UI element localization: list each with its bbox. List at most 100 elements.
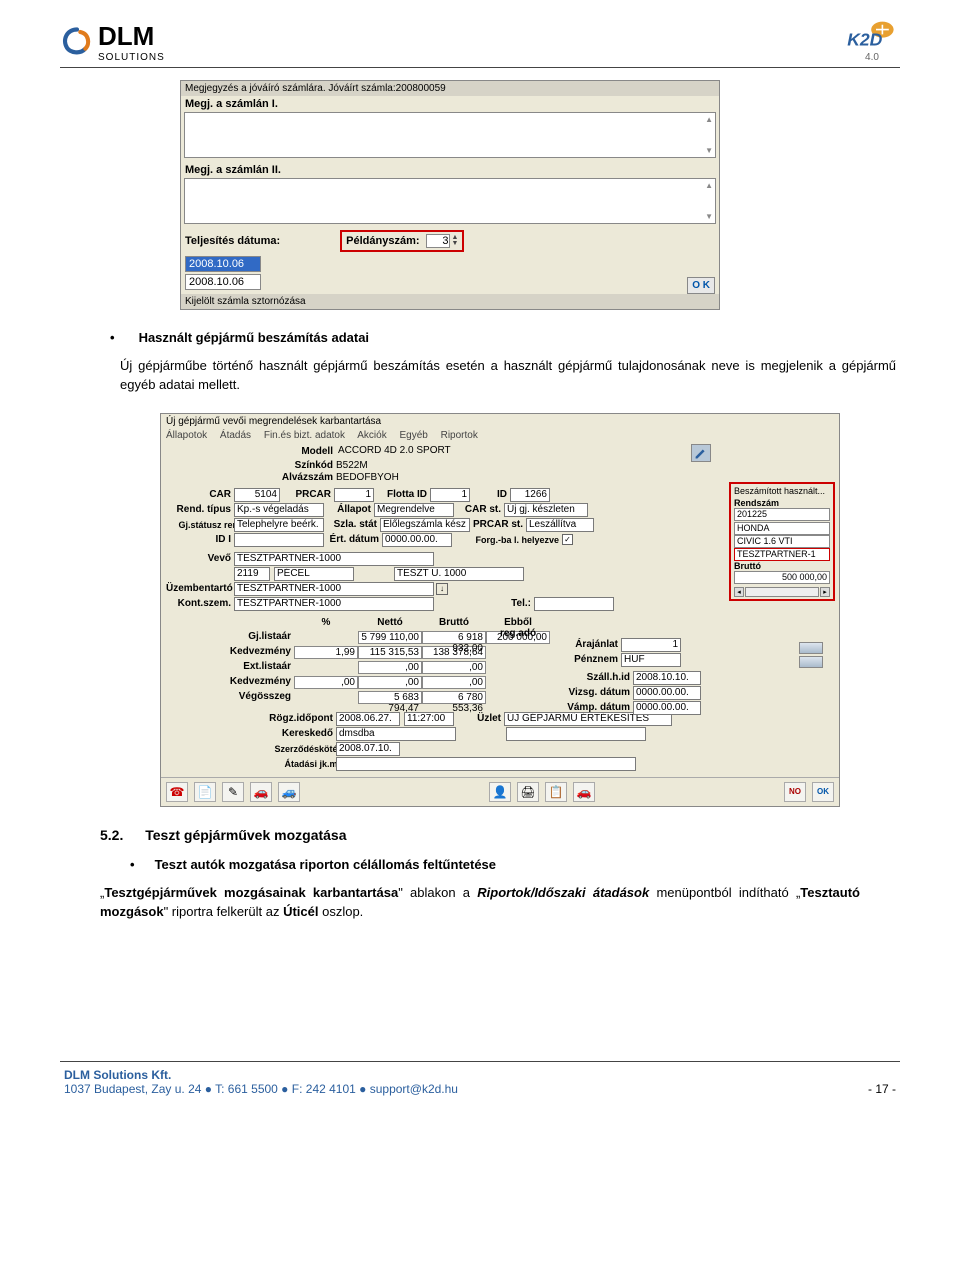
price-row-label: Ext.listaár (216, 661, 294, 676)
delete-icon[interactable]: ☎ (166, 782, 188, 802)
footer-page: - 17 - (868, 1082, 896, 1096)
kereskedo-input[interactable]: dmsdba (336, 727, 456, 741)
copies-spinner[interactable]: ▲▼ (426, 234, 459, 248)
price-cell[interactable]: 6 780 553,36 (422, 691, 486, 704)
date-label: Teljesítés dátuma: (185, 235, 280, 247)
menu-item[interactable]: Átadás (220, 430, 251, 441)
vampdatum-input[interactable]: 0000.00.00. (633, 701, 701, 715)
menu-item[interactable]: Egyéb (399, 430, 427, 441)
no-button[interactable]: NO (784, 782, 806, 802)
atadasi-input[interactable] (336, 757, 636, 771)
price-cell[interactable]: 115 315,53 (358, 646, 422, 659)
flotta-input[interactable]: 1 (430, 488, 470, 502)
price-cell[interactable]: 5 799 110,00 (358, 631, 422, 644)
menu-item[interactable]: Akciók (357, 430, 386, 441)
car2-icon[interactable]: 🚙 (278, 782, 300, 802)
ok-button[interactable]: O K (687, 277, 715, 294)
sort-icons[interactable] (799, 642, 823, 668)
flotta-label: Flotta ID (374, 489, 430, 500)
menubar: Állapotok Átadás Fin.és bizt. adatok Akc… (161, 429, 839, 442)
brutto-input[interactable]: 500 000,00 (734, 571, 830, 584)
make-input[interactable]: HONDA (734, 522, 830, 535)
invoice-note-panel: Megjegyzés a jóváíró számlára. Jóváírt s… (180, 80, 720, 310)
extra-car-icon[interactable]: 🚗 (573, 782, 595, 802)
price-cell[interactable]: 6 918 932,00 (422, 631, 486, 644)
model-input[interactable]: CIVIC 1.6 VTI (734, 535, 830, 548)
svg-text:K2D: K2D (847, 30, 882, 50)
doc-icon[interactable]: 📄 (194, 782, 216, 802)
prcar-input[interactable]: 1 (334, 488, 374, 502)
kont-input[interactable]: TESZTPARTNER-1000 (234, 597, 434, 611)
prcarst-input[interactable]: Leszállítva (526, 518, 594, 532)
logo-left: DLM SOLUTIONS (60, 21, 165, 63)
vizsgdatum-input[interactable]: 0000.00.00. (633, 686, 701, 700)
kereskedo-input-2[interactable] (506, 727, 646, 741)
id-input[interactable]: 1266 (510, 488, 550, 502)
szerzkotes-input[interactable]: 2008.07.10. (336, 742, 400, 756)
partner-input[interactable]: TESZTPARTNER-1 (734, 548, 830, 561)
footer-address: 1037 Budapest, Zay u. 24 ● T: 661 5500 ●… (64, 1082, 458, 1096)
rendtipus-input[interactable]: Kp.-s végeladás (234, 503, 324, 517)
forg-label: Forg.-ba l. helyezve (452, 535, 562, 545)
person-icon[interactable]: 👤 (489, 782, 511, 802)
szinkod-label: Színkód (286, 460, 336, 471)
spinner-arrows-icon[interactable]: ▲▼ (452, 235, 459, 247)
window-title: Új gépjármű vevői megrendelések karbanta… (161, 414, 839, 429)
szallhid-input[interactable]: 2008.10.10. (633, 671, 701, 685)
penznem-input[interactable]: HUF (621, 653, 681, 667)
uzemb-lookup-icon[interactable]: ↓ (436, 583, 448, 595)
edit-icon[interactable] (691, 444, 711, 462)
carst-input[interactable]: Új gj. készleten (504, 503, 588, 517)
list-icon[interactable]: 📋 (545, 782, 567, 802)
menu-item[interactable]: Állapotok (166, 430, 207, 441)
date-option-2[interactable]: 2008.10.06 (185, 274, 261, 290)
section-5-2-heading: 5.2. Teszt gépjárművek mozgatása (100, 827, 900, 843)
price-cell[interactable]: ,00 (358, 661, 422, 674)
car-input[interactable]: 5104 (234, 488, 280, 502)
tel-input[interactable] (534, 597, 614, 611)
rogz-date-input[interactable]: 2008.06.27. (336, 712, 400, 726)
vevo-city-input[interactable]: PÉCEL (274, 567, 354, 581)
page-header: DLM SOLUTIONS K2D 4.0 (60, 20, 900, 68)
idi-input[interactable] (234, 533, 324, 547)
price-cell[interactable]: ,00 (422, 676, 486, 689)
szlastat-input[interactable]: Előlegszámla kész (380, 518, 470, 532)
vevo-input[interactable]: TESZTPARTNER-1000 (234, 552, 434, 566)
note-textarea-2[interactable] (184, 178, 716, 224)
footer-company: DLM Solutions Kft. (64, 1068, 458, 1082)
price-cell[interactable]: 1,99 (294, 646, 358, 659)
forg-checkbox[interactable]: ✓ (562, 534, 573, 545)
ertdatum-input[interactable]: 0000.00.00. (382, 533, 452, 547)
price-cell[interactable]: 138 378,64 (422, 646, 486, 659)
arajanlat-input[interactable]: 1 (621, 638, 681, 652)
date-option-1[interactable]: 2008.10.06 (185, 256, 261, 272)
car1-icon[interactable]: 🚗 (250, 782, 272, 802)
price-cell[interactable]: ,00 (358, 676, 422, 689)
price-cell[interactable]: 200 000,00 (486, 631, 550, 644)
k2d-logo-icon: K2D (844, 20, 900, 52)
edit2-icon[interactable]: ✎ (222, 782, 244, 802)
brutto-label: Bruttó (734, 561, 830, 571)
rogz-time-input[interactable]: 11:27:00 (404, 712, 454, 726)
rendszam-input[interactable]: 201225 (734, 508, 830, 521)
print-icon[interactable]: 🖨 (517, 782, 539, 802)
allapot-input[interactable]: Megrendelve (374, 503, 454, 517)
price-cell[interactable]: 5 683 794,47 (358, 691, 422, 704)
menu-item[interactable]: Fin.és bizt. adatok (264, 430, 345, 441)
gjstatus-input[interactable]: Telephelyre beérk. (234, 518, 324, 532)
vevo-code-input[interactable]: 2119 (234, 567, 270, 581)
price-cell[interactable]: ,00 (294, 676, 358, 689)
hdr-reg: Ebből reg.adó (486, 617, 550, 631)
arajanlat-label: Árajánlat (561, 639, 621, 650)
copies-input[interactable] (426, 234, 450, 248)
ok-button[interactable]: OK (812, 782, 834, 802)
sidebox-scroll[interactable]: ◂▸ (734, 587, 830, 597)
uzemb-input[interactable]: TESZTPARTNER-1000 (234, 582, 434, 596)
vevo-addr-input[interactable]: TESZT U. 1000 (394, 567, 524, 581)
note-textarea-1[interactable] (184, 112, 716, 158)
logo-text: DLM (98, 21, 165, 52)
alvaz-value: BEDOFBYOH (336, 472, 399, 483)
uzlet-label: Üzlet (454, 713, 504, 724)
menu-item[interactable]: Riportok (441, 430, 478, 441)
price-cell[interactable]: ,00 (422, 661, 486, 674)
